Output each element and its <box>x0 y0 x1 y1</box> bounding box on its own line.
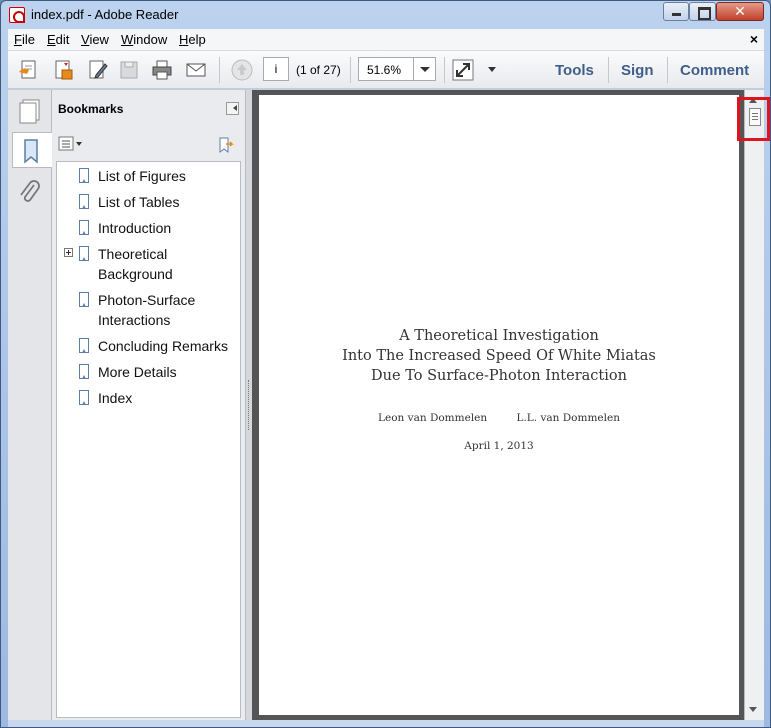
toolbar-separator <box>608 57 609 83</box>
list-item[interactable]: List of Figures <box>57 166 240 188</box>
close-button[interactable]: ✕ <box>716 2 764 21</box>
pdf-page: A Theoretical Investigation Into The Inc… <box>259 95 739 715</box>
email-icon[interactable] <box>184 58 208 82</box>
title-bar: index.pdf - Adobe Reader ✕ <box>1 1 770 29</box>
page-thumbnails-icon[interactable] <box>12 94 48 130</box>
tools-link[interactable]: Tools <box>555 62 594 79</box>
bookmarks-list: List of Figures List of Tables Introduct… <box>56 161 241 718</box>
menu-file[interactable]: File <box>14 32 35 47</box>
window-title: index.pdf - Adobe Reader <box>31 7 179 22</box>
list-item[interactable]: Introduction <box>57 218 240 240</box>
bookmarks-header: Bookmarks <box>52 90 246 128</box>
list-item[interactable]: More Details <box>57 362 240 384</box>
options-menu-icon[interactable] <box>58 136 84 152</box>
fit-page-icon[interactable] <box>451 58 475 82</box>
edit-document-icon[interactable] <box>86 58 110 82</box>
toolbar: i (1 of 27) 51.6% Tools Sign Comment <box>8 51 764 89</box>
document-date: April 1, 2013 <box>464 440 534 452</box>
minimize-button[interactable] <box>663 2 689 21</box>
bookmark-icon <box>79 194 89 209</box>
document-viewport[interactable]: A Theoretical Investigation Into The Inc… <box>252 90 744 720</box>
bookmark-label: List of Tables <box>98 194 180 210</box>
zoom-value: 51.6% <box>367 63 402 77</box>
list-item[interactable]: Concluding Remarks <box>57 336 240 358</box>
export-pdf-icon[interactable] <box>51 58 75 82</box>
bookmark-label: Index <box>98 390 133 406</box>
expand-plus-icon[interactable] <box>64 248 73 257</box>
bookmarks-title: Bookmarks <box>58 102 124 116</box>
new-bookmark-icon[interactable] <box>216 136 234 154</box>
menu-view[interactable]: View <box>81 32 109 47</box>
list-item[interactable]: Index <box>57 388 240 410</box>
toolbar-separator <box>444 57 445 83</box>
bookmark-icon <box>79 390 89 405</box>
menu-help[interactable]: Help <box>179 32 206 47</box>
create-pdf-icon[interactable] <box>17 58 41 82</box>
previous-page-icon[interactable] <box>230 58 254 82</box>
adobe-reader-icon <box>9 7 25 23</box>
scroll-down-icon[interactable] <box>749 707 757 716</box>
bookmark-label: More Details <box>98 364 177 380</box>
list-item[interactable]: List of Tables <box>57 192 240 214</box>
chevron-down-icon[interactable] <box>413 58 435 80</box>
save-icon[interactable] <box>117 58 141 82</box>
bookmark-icon <box>79 292 89 307</box>
bookmarks-toolbar <box>52 130 246 160</box>
maximize-button[interactable] <box>689 2 716 21</box>
bookmark-icon <box>79 168 89 183</box>
toolbar-separator <box>219 57 220 83</box>
app-window: index.pdf - Adobe Reader ✕ File Edit Vie… <box>0 0 771 728</box>
bookmark-icon <box>79 246 89 261</box>
vertical-scrollbar[interactable] <box>744 90 764 720</box>
toolbar-separator <box>350 57 351 83</box>
bookmark-icon <box>79 338 89 353</box>
author: Leon van Dommelen <box>378 412 488 424</box>
bookmark-icon <box>79 220 89 235</box>
document-title-line: Into The Increased Speed Of White Miatas <box>342 348 656 364</box>
close-icon: ✕ <box>734 3 746 19</box>
highlight-annotation <box>737 97 770 141</box>
print-icon[interactable] <box>150 58 174 82</box>
bookmarks-tab[interactable] <box>12 132 53 168</box>
page-number-input[interactable]: i <box>263 57 289 81</box>
bookmark-label: Concluding Remarks <box>98 338 228 354</box>
page-count: (1 of 27) <box>296 63 341 77</box>
bookmark-label: List of Figures <box>98 168 186 184</box>
menu-window[interactable]: Window <box>121 32 167 47</box>
bookmark-icon <box>24 139 38 164</box>
window-bottom-border <box>8 720 764 727</box>
comment-link[interactable]: Comment <box>680 62 749 79</box>
author: L.L. van Dommelen <box>516 412 620 424</box>
zoom-select[interactable]: 51.6% <box>358 57 436 81</box>
document-title-line: A Theoretical Investigation <box>399 328 599 344</box>
document-close-button[interactable]: × <box>750 31 758 47</box>
bookmarks-panel: Bookmarks List of Figures List of Tables <box>52 90 246 720</box>
document-authors: Leon van Dommelen L.L. van Dommelen <box>259 412 739 424</box>
document-title-line: Due To Surface-Photon Interaction <box>371 368 627 384</box>
menu-bar: File Edit View Window Help × <box>8 29 764 51</box>
paperclip-icon[interactable] <box>12 176 48 212</box>
bookmark-icon <box>79 364 89 379</box>
menu-edit[interactable]: Edit <box>47 32 69 47</box>
collapse-panel-button[interactable] <box>226 102 239 115</box>
sign-link[interactable]: Sign <box>621 62 654 79</box>
bookmark-label: Introduction <box>98 220 172 236</box>
navigation-pane-strip <box>8 90 53 720</box>
bookmark-label: Photon-Surface Interactions <box>98 292 196 328</box>
toolbar-separator <box>667 57 668 83</box>
list-item[interactable]: Theoretical Background <box>57 244 240 286</box>
toolbar-options-caret-icon[interactable] <box>488 67 496 76</box>
bookmark-label: Theoretical Background <box>98 246 173 282</box>
list-item[interactable]: Photon-Surface Interactions <box>57 290 240 332</box>
